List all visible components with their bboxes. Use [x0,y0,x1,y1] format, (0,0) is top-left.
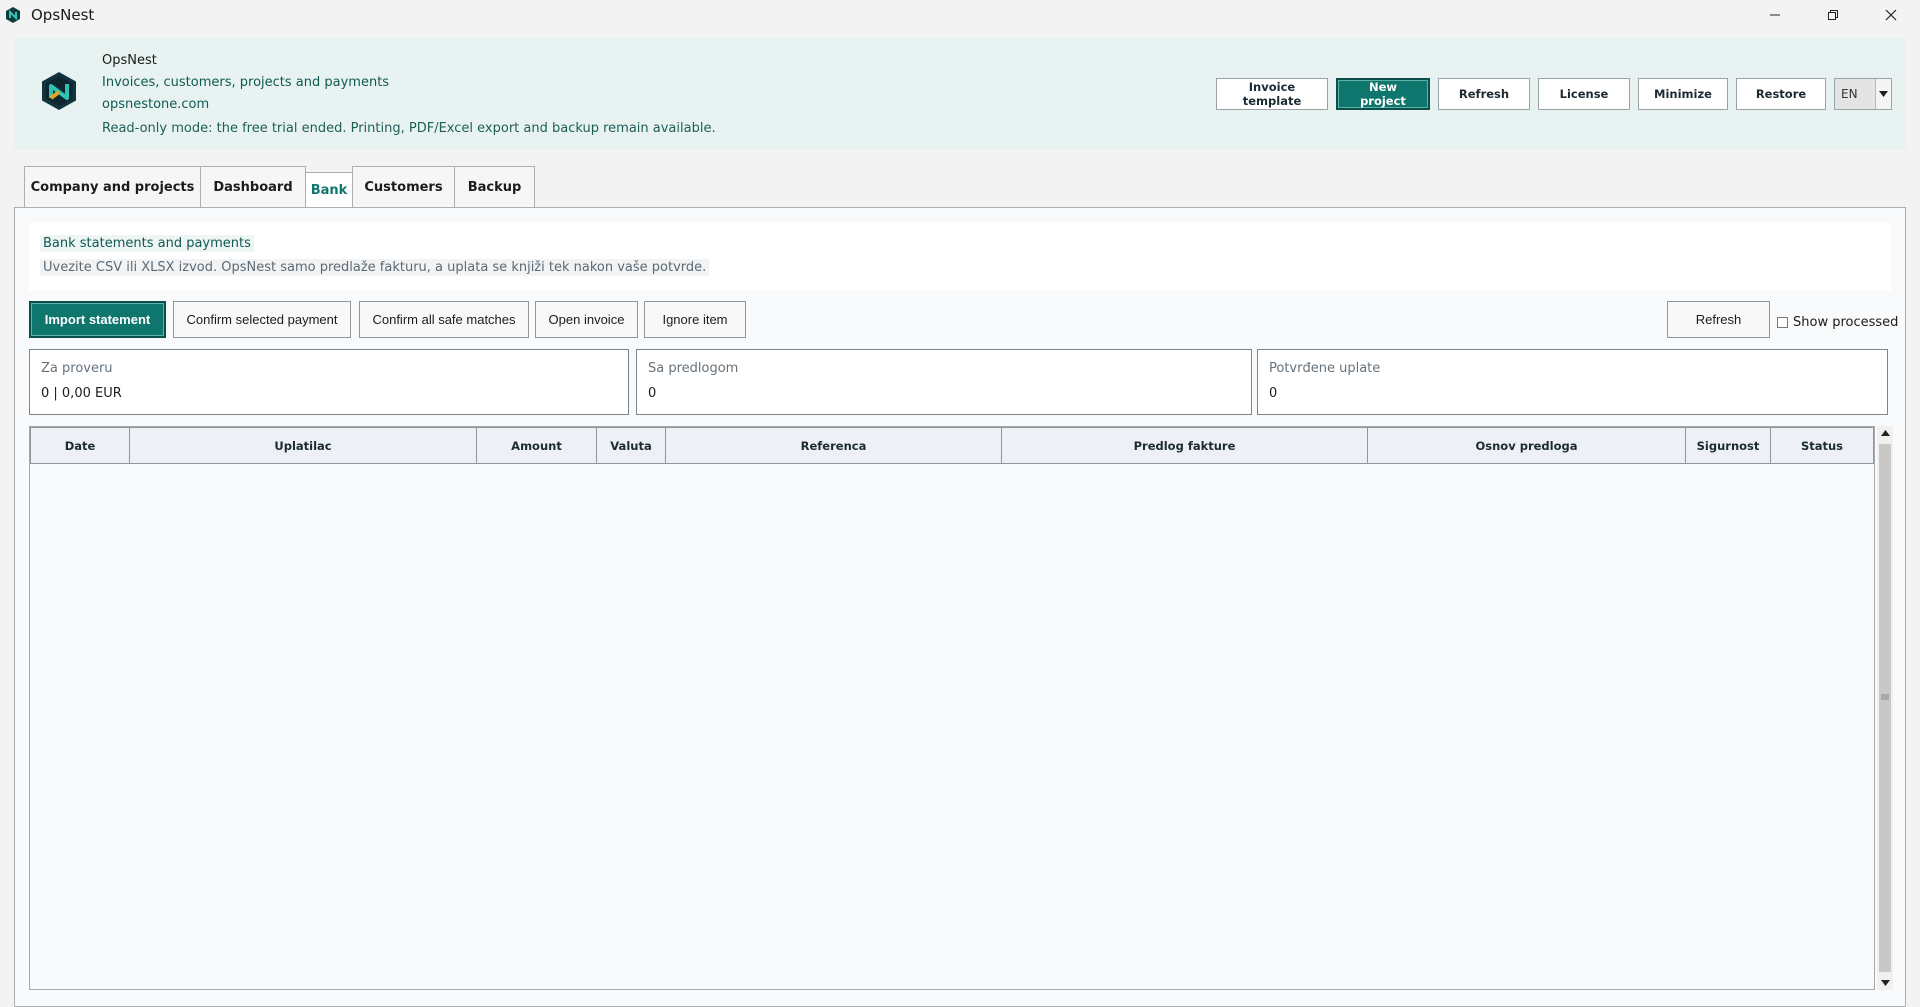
ignore-item-button[interactable]: Ignore item [644,301,746,338]
header-refresh-button[interactable]: Refresh [1438,78,1530,110]
website-link[interactable]: opsnestone.com [102,94,716,116]
import-statement-button[interactable]: Import statement [29,301,166,338]
restore-button[interactable]: Restore [1736,78,1826,110]
column-header-confidence[interactable]: Sigurnost [1685,427,1771,464]
stat-card-confirmed: Potvrđene uplate 0 [1257,349,1888,415]
app-name: OpsNest [102,53,157,68]
stat-value: 0 [1269,386,1278,401]
tab-bank[interactable]: Bank [305,172,353,208]
vertical-scrollbar[interactable] [1877,426,1893,990]
read-only-notice: Read-only mode: the free trial ended. Pr… [102,121,716,136]
column-header-payer[interactable]: Uplatilac [129,427,477,464]
column-header-reference[interactable]: Referenca [665,427,1002,464]
page-subtitle: Uvezite CSV ili XLSX izvod. OpsNest samo… [40,259,710,276]
open-invoice-button[interactable]: Open invoice [535,301,638,338]
language-select[interactable]: EN [1834,78,1892,110]
checkbox-box[interactable] [1777,317,1788,328]
language-value: EN [1841,87,1858,101]
app-header: OpsNest Invoices, customers, projects an… [14,38,1906,150]
title-bar: OpsNest [0,0,1920,30]
info-box [29,223,1891,291]
minimize-icon[interactable] [1746,0,1804,30]
license-button[interactable]: License [1538,78,1630,110]
main-tabs: Company and projects Dashboard Bank Cust… [24,166,535,208]
show-processed-checkbox[interactable]: Show processed [1777,315,1898,330]
stat-value: 0 | 0,00 EUR [41,386,122,401]
confirm-selected-payment-button[interactable]: Confirm selected payment [173,301,351,338]
tab-customers[interactable]: Customers [352,166,455,208]
stat-label: Potvrđene uplate [1269,361,1381,376]
tab-backup[interactable]: Backup [454,166,535,208]
scroll-thumb[interactable] [1879,444,1891,972]
stat-label: Za proveru [41,361,113,376]
page-title: Bank statements and payments [40,235,254,252]
column-header-status[interactable]: Status [1770,427,1874,464]
stat-value: 0 [648,386,657,401]
stat-card-to-review: Za proveru 0 | 0,00 EUR [29,349,629,415]
payments-table[interactable]: Date Uplatilac Amount Valuta Referenca P… [29,426,1875,990]
column-header-amount[interactable]: Amount [476,427,597,464]
table-header: Date Uplatilac Amount Valuta Referenca P… [30,427,1874,464]
column-header-currency[interactable]: Valuta [596,427,666,464]
tab-company-and-projects[interactable]: Company and projects [24,166,201,208]
app-tagline: Invoices, customers, projects and paymen… [102,75,390,90]
column-header-suggestion-basis[interactable]: Osnov predloga [1367,427,1686,464]
tab-dashboard[interactable]: Dashboard [200,166,306,208]
scroll-up-icon[interactable] [1877,426,1893,440]
app-icon [6,7,20,23]
scroll-down-icon[interactable] [1877,976,1893,990]
opsnest-logo-icon [42,72,76,110]
new-project-button[interactable]: New project [1336,78,1430,110]
bank-panel: Bank statements and payments Uvezite CSV… [14,207,1906,1007]
chevron-down-icon[interactable] [1875,79,1891,109]
show-processed-label: Show processed [1793,315,1899,330]
confirm-all-safe-matches-button[interactable]: Confirm all safe matches [359,301,529,338]
stat-card-suggested: Sa predlogom 0 [636,349,1252,415]
restore-icon[interactable] [1804,0,1862,30]
column-header-invoice-suggestion[interactable]: Predlog fakture [1001,427,1368,464]
bank-refresh-button[interactable]: Refresh [1667,301,1770,338]
column-header-date[interactable]: Date [30,427,130,464]
close-icon[interactable] [1862,0,1920,30]
stat-label: Sa predlogom [648,361,739,376]
grip-icon [1881,694,1889,700]
window-title: OpsNest [31,6,95,24]
minimize-button[interactable]: Minimize [1638,78,1728,110]
invoice-template-button[interactable]: Invoice template [1216,78,1328,110]
